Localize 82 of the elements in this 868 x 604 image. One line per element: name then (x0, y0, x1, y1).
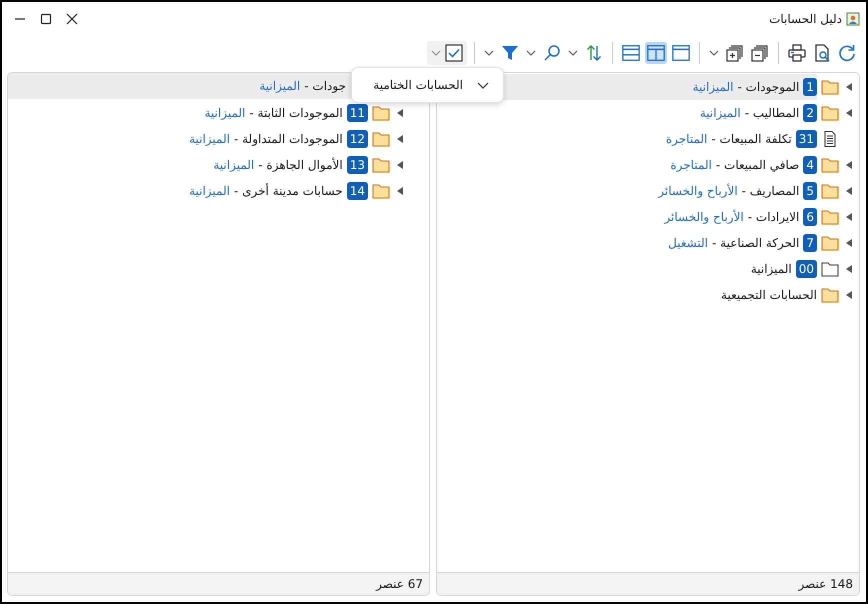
layout-icon[interactable] (670, 42, 692, 64)
account-code: 4 (803, 156, 817, 174)
account-code: 31 (796, 130, 817, 148)
account-code: 1 (803, 78, 817, 96)
caret-icon[interactable] (431, 50, 441, 56)
folder-icon (821, 79, 839, 95)
maximize-icon[interactable] (40, 13, 52, 25)
account-category: الأرباح والخسائر (664, 210, 744, 224)
account-code: 6 (803, 208, 817, 226)
account-name: الحركة الصناعية - (712, 236, 800, 250)
app-icon (846, 12, 860, 26)
account-category: الميزانية (700, 106, 741, 120)
folder-icon (372, 157, 390, 173)
account-name: الميزانية (750, 262, 792, 276)
expand-arrow-icon[interactable] (397, 135, 403, 143)
account-category: المتاجرة (666, 132, 708, 146)
account-category: الميزانية (189, 132, 230, 146)
expand-arrow-icon[interactable] (397, 187, 403, 195)
account-code: 14 (346, 182, 368, 200)
account-name: المصاريف - (742, 184, 800, 198)
expand-arrow-icon[interactable] (846, 213, 852, 221)
folder-icon (821, 183, 839, 199)
caret-icon[interactable] (709, 50, 719, 56)
folder-icon (821, 235, 839, 251)
caret-icon[interactable] (568, 50, 578, 56)
account-name: الأموال الجاهزة - (258, 158, 343, 172)
account-category: الميزانية (204, 106, 246, 120)
expand-arrow-icon[interactable] (846, 83, 852, 91)
folder-icon (821, 287, 839, 303)
caret-icon[interactable] (484, 50, 494, 56)
layout-icon[interactable] (645, 42, 667, 64)
account-name: صافي المبيعات - (716, 158, 800, 172)
window-title: دليل الحسابات (769, 12, 842, 26)
account-name: الموجودات المتداولة - (234, 132, 343, 146)
caret-icon[interactable] (526, 50, 536, 56)
item-count: 148 عنصر (798, 577, 853, 591)
account-name: الايرادات - (748, 210, 800, 224)
folder-icon (372, 183, 390, 199)
refresh-icon[interactable] (836, 42, 858, 64)
account-category: المتاجرة (670, 158, 712, 172)
expand-arrow-icon[interactable] (397, 161, 403, 169)
account-code: 11 (346, 104, 368, 122)
dropdown-menu[interactable]: الحسابات الختامية (351, 67, 504, 103)
expand-arrow-icon[interactable] (846, 187, 852, 195)
account-category: الميزانية (259, 79, 300, 93)
folder-icon (372, 131, 390, 147)
folder-icon (821, 209, 839, 225)
account-code: 00 (796, 260, 817, 278)
account-name: الموجودات الثابتة - (249, 106, 343, 120)
print-icon[interactable] (786, 42, 808, 64)
expand-arrow-icon[interactable] (846, 265, 852, 273)
expand-arrow-icon[interactable] (846, 239, 852, 247)
expand-arrow-icon[interactable] (846, 291, 852, 299)
account-code: 5 (803, 182, 817, 200)
account-code: 7 (803, 234, 817, 252)
account-name: الحسابات التجميعية (721, 288, 817, 302)
account-code: 13 (346, 156, 368, 174)
account-category: الميزانية (189, 184, 230, 198)
expand-arrow-icon[interactable] (397, 109, 403, 117)
close-icon[interactable] (66, 13, 78, 25)
checkbox[interactable] (443, 42, 465, 64)
account-name: المطاليب - (744, 106, 800, 120)
account-category: الميزانية (692, 80, 734, 94)
account-category: الميزانية (213, 158, 254, 172)
folder-icon (372, 105, 390, 121)
empty-folder-icon (821, 261, 839, 277)
layout-icon[interactable] (620, 42, 642, 64)
account-code: 12 (346, 130, 368, 148)
chevron-down-icon (477, 82, 489, 88)
account-category: التشغيل (668, 236, 708, 250)
folder-icon (821, 105, 839, 121)
folder-icon (821, 157, 839, 173)
account-name: تكلفة المبيعات - (711, 132, 792, 146)
account-name: الموجودات - (737, 80, 800, 94)
expand-arrow-icon[interactable] (846, 109, 852, 117)
tree-item[interactable]: الحسابات التجميعية (713, 282, 817, 308)
account-code: 2 (803, 104, 817, 122)
expand-arrow-icon[interactable] (846, 161, 852, 169)
account-name: جودات - (304, 79, 346, 93)
account-category: الأرباح والخسائر (658, 184, 738, 198)
account-name: حسابات مدينة أخرى - (234, 184, 343, 198)
item-count: 67 عنصر (376, 577, 423, 591)
